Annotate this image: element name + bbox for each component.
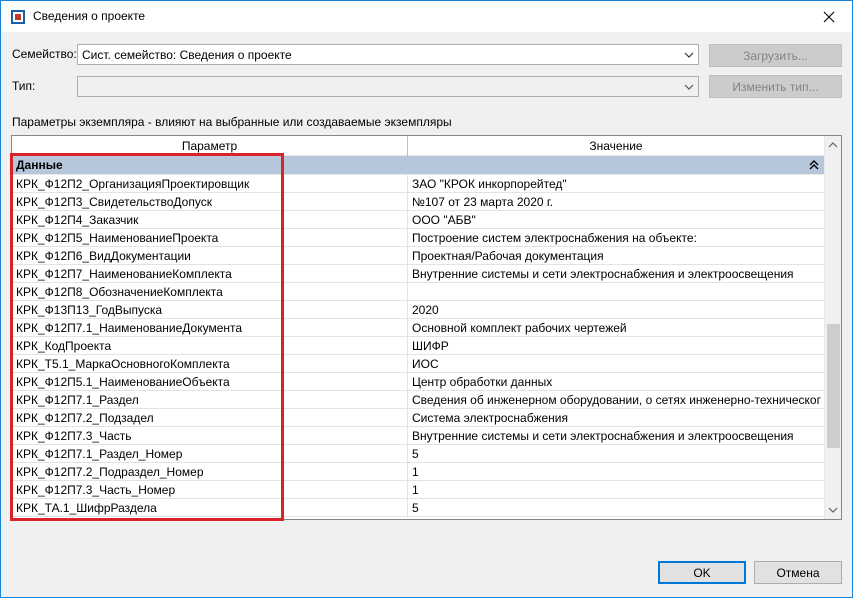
- scrollbar-thumb[interactable]: [827, 324, 840, 448]
- parameter-name-cell: КРК_ТА.1_ШифрРаздела: [12, 499, 408, 517]
- type-combo[interactable]: [77, 76, 699, 97]
- instance-parameters-note: Параметры экземпляра - влияют на выбранн…: [12, 115, 452, 129]
- parameter-value-cell[interactable]: ЗАО "КРОК инкорпорейтед": [408, 175, 824, 193]
- table-row[interactable]: КРК_Ф12П5_НаименованиеПроекта Построение …: [12, 229, 824, 247]
- parameter-name-cell: КРК_Ф12П7.2_Подзадел: [12, 409, 408, 427]
- grid-rows: КРК_Ф12П2_ОрганизацияПроектировщик ЗАО "К…: [12, 175, 824, 517]
- table-row[interactable]: КРК_Ф12П7.3_Часть Внутренние системы и се…: [12, 427, 824, 445]
- parameter-value-cell[interactable]: Внутренние системы и сети электроснабжен…: [408, 427, 824, 445]
- window-title: Сведения о проекте: [33, 9, 146, 23]
- table-row[interactable]: КРК_Ф12П7.1_Раздел Сведения об инженерном…: [12, 391, 824, 409]
- table-row[interactable]: КРК_Ф12П2_ОрганизацияПроектировщик ЗАО "К…: [12, 175, 824, 193]
- table-row[interactable]: КРК_Ф12П7.3_Часть_Номер 1: [12, 481, 824, 499]
- close-button[interactable]: [806, 1, 852, 32]
- parameter-value-cell[interactable]: 1: [408, 481, 824, 499]
- title-bar: Сведения о проекте: [1, 1, 852, 32]
- chevron-down-icon: [684, 84, 694, 90]
- parameter-value-cell[interactable]: Проектная/Рабочая документация: [408, 247, 824, 265]
- parameter-value-cell[interactable]: №107 от 23 марта 2020 г.: [408, 193, 824, 211]
- scroll-up-icon[interactable]: [828, 140, 838, 150]
- parameter-value-cell[interactable]: ИОС: [408, 355, 824, 373]
- parameter-name-cell: КРК_Ф12П7.1_Раздел_Номер: [12, 445, 408, 463]
- scroll-down-icon[interactable]: [828, 505, 838, 515]
- vertical-scrollbar[interactable]: [824, 136, 841, 519]
- parameter-value-cell[interactable]: 5: [408, 445, 824, 463]
- table-row[interactable]: КРК_Ф13П13_ГодВыпуска 2020: [12, 301, 824, 319]
- parameter-value-cell[interactable]: 2020: [408, 301, 824, 319]
- parameter-value-cell[interactable]: ООО "АБВ": [408, 211, 824, 229]
- parameter-value-cell[interactable]: Сведения об инженерном оборудовании, о с…: [408, 391, 824, 409]
- table-row[interactable]: КРК_Ф12П3_СвидетельствоДопуск №107 от 23 …: [12, 193, 824, 211]
- parameter-value-cell[interactable]: [408, 283, 824, 301]
- parameter-name-cell: КРК_Ф12П5_НаименованиеПроекта: [12, 229, 408, 247]
- parameter-name-cell: КРК_Ф12П2_ОрганизацияПроектировщик: [12, 175, 408, 193]
- parameter-name-cell: КРК_Ф12П7.3_Часть: [12, 427, 408, 445]
- load-button[interactable]: Загрузить...: [709, 44, 842, 67]
- parameter-name-cell: КРК_Ф13П13_ГодВыпуска: [12, 301, 408, 319]
- edit-type-button[interactable]: Изменить тип...: [709, 75, 842, 98]
- chevron-down-icon: [684, 52, 694, 58]
- parameter-value-cell[interactable]: 1: [408, 463, 824, 481]
- project-info-dialog: Сведения о проекте Семейство: Сист. семе…: [0, 0, 853, 598]
- parameter-value-cell[interactable]: ШИФР: [408, 337, 824, 355]
- parameter-value-cell[interactable]: Основной комплект рабочих чертежей: [408, 319, 824, 337]
- table-row[interactable]: КРК_КодПроекта ШИФР: [12, 337, 824, 355]
- parameter-name-cell: КРК_КодПроекта: [12, 337, 408, 355]
- parameter-name-cell: КРК_Ф12П7.1_НаименованиеДокумента: [12, 319, 408, 337]
- group-label: Данные: [16, 158, 63, 172]
- family-label: Семейство:: [12, 47, 77, 61]
- parameter-value-cell[interactable]: Система электроснабжения: [408, 409, 824, 427]
- collapse-double-chevron-icon[interactable]: [808, 158, 820, 172]
- table-row[interactable]: КРК_Ф12П8_ОбозначениеКомплекта: [12, 283, 824, 301]
- cancel-button[interactable]: Отмена: [754, 561, 842, 584]
- column-header-value[interactable]: Значение: [408, 136, 824, 156]
- table-row[interactable]: КРК_ТА.1_ШифрРаздела 5: [12, 499, 824, 517]
- parameter-name-cell: КРК_Ф12П7.2_Подраздел_Номер: [12, 463, 408, 481]
- parameter-name-cell: КРК_Ф12П6_ВидДокументации: [12, 247, 408, 265]
- revit-app-icon: [10, 9, 26, 25]
- parameter-value-cell[interactable]: Внутренние системы и сети электроснабжен…: [408, 265, 824, 283]
- parameter-value-cell[interactable]: Центр обработки данных: [408, 373, 824, 391]
- close-icon: [823, 11, 835, 22]
- parameter-name-cell: КРК_Ф12П7.3_Часть_Номер: [12, 481, 408, 499]
- parameter-value-cell[interactable]: 5: [408, 499, 824, 517]
- column-header-parameter[interactable]: Параметр: [12, 136, 408, 156]
- parameter-name-cell: КРК_Ф12П4_Заказчик: [12, 211, 408, 229]
- parameter-name-cell: КРК_Ф12П3_СвидетельствоДопуск: [12, 193, 408, 211]
- table-row[interactable]: КРК_Ф12П7.2_Подзадел Система электроснабж…: [12, 409, 824, 427]
- parameter-name-cell: КРК_Т5.1_МаркаОсновногоКомплекта: [12, 355, 408, 373]
- parameter-name-cell: КРК_Ф12П7_НаименованиеКомплекта: [12, 265, 408, 283]
- parameter-name-cell: КРК_Ф12П5.1_НаименованиеОбъекта: [12, 373, 408, 391]
- table-row[interactable]: КРК_Ф12П7.1_Раздел_Номер 5: [12, 445, 824, 463]
- type-label: Тип:: [12, 79, 36, 93]
- table-row[interactable]: КРК_Ф12П5.1_НаименованиеОбъекта Центр обр…: [12, 373, 824, 391]
- group-row-data[interactable]: Данные: [12, 156, 824, 175]
- parameter-name-cell: КРК_Ф12П8_ОбозначениеКомплекта: [12, 283, 408, 301]
- table-row[interactable]: КРК_Ф12П7.2_Подраздел_Номер 1: [12, 463, 824, 481]
- family-combo[interactable]: Сист. семейство: Сведения о проекте: [77, 44, 699, 65]
- parameter-name-cell: КРК_Ф12П7.1_Раздел: [12, 391, 408, 409]
- parameter-value-cell[interactable]: Построение систем электроснабжения на об…: [408, 229, 824, 247]
- ok-button[interactable]: OK: [658, 561, 746, 584]
- table-row[interactable]: КРК_Ф12П7_НаименованиеКомплекта Внутренни…: [12, 265, 824, 283]
- grid-header: Параметр Значение: [12, 136, 824, 156]
- family-value: Сист. семейство: Сведения о проекте: [82, 48, 292, 62]
- table-row[interactable]: КРК_Ф12П7.1_НаименованиеДокумента Основно…: [12, 319, 824, 337]
- table-row[interactable]: КРК_Ф12П4_Заказчик ООО "АБВ": [12, 211, 824, 229]
- table-row[interactable]: КРК_Т5.1_МаркаОсновногоКомплекта ИОС: [12, 355, 824, 373]
- table-row[interactable]: КРК_Ф12П6_ВидДокументации Проектная/Рабоч…: [12, 247, 824, 265]
- parameters-grid: Параметр Значение Данные КРК_Ф12П2_Орган…: [11, 135, 842, 520]
